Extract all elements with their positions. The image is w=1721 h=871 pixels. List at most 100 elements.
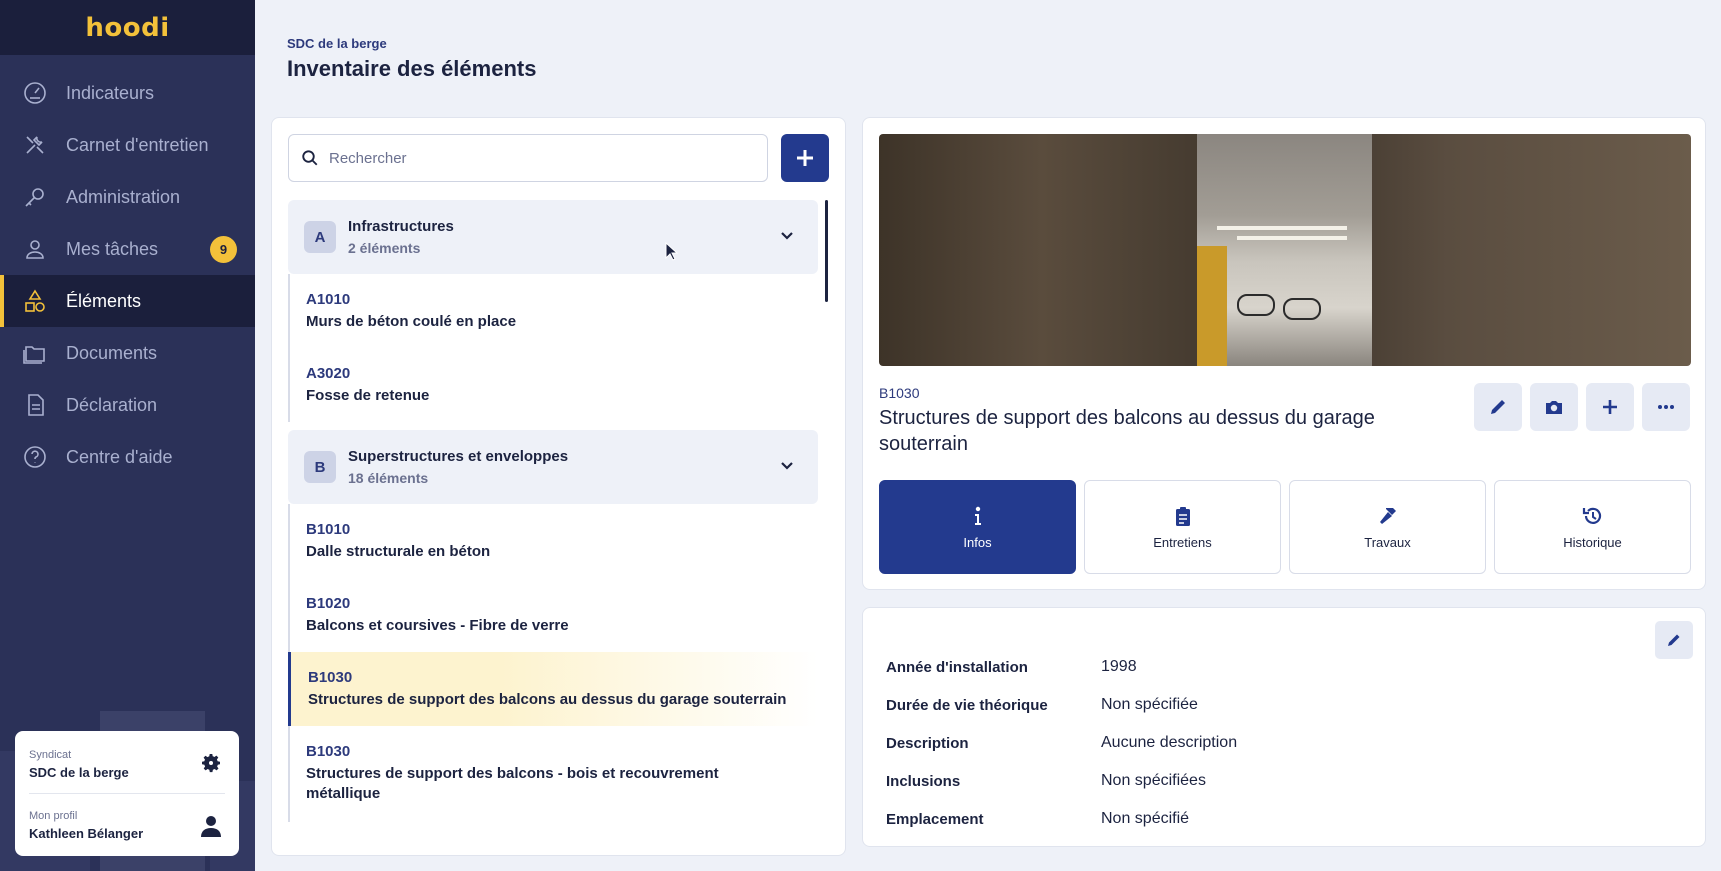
info-label: Année d'installation — [886, 658, 1028, 676]
list-item[interactable]: B1020 Balcons et coursives - Fibre de ve… — [290, 578, 818, 652]
syndicat-row[interactable]: Syndicat SDC de la berge — [29, 731, 225, 793]
group-header-superstructures[interactable]: B Superstructures et enveloppes 18 éléme… — [288, 430, 818, 504]
user-icon — [22, 236, 48, 262]
sidebar-item-label: Éléments — [66, 290, 142, 311]
list-item[interactable]: B1030 Structures de support des balcons … — [290, 726, 818, 822]
profile-row[interactable]: Mon profil Kathleen Bélanger — [29, 793, 225, 855]
sidebar-item-label: Centre d'aide — [66, 446, 173, 467]
item-code: B1030 — [306, 743, 351, 760]
help-icon — [22, 444, 48, 470]
sidebar-item-administration[interactable]: Administration — [0, 171, 255, 223]
app-logo[interactable]: hoodi — [85, 13, 169, 43]
folder-icon — [22, 340, 48, 366]
search-box[interactable] — [288, 134, 768, 182]
document-icon — [22, 392, 48, 418]
edit-info-button[interactable] — [1655, 621, 1693, 659]
breadcrumb[interactable]: SDC de la berge — [287, 36, 387, 51]
pencil-icon — [1491, 400, 1505, 414]
sidebar-item-label: Carnet d'entretien — [66, 134, 209, 155]
sidebar-item-indicateurs[interactable]: Indicateurs — [0, 67, 255, 119]
garage-photo — [1197, 134, 1372, 366]
element-info-card: Année d'installation 1998 Durée de vie t… — [862, 607, 1706, 847]
profile-name: Kathleen Bélanger — [29, 826, 144, 841]
group-letter: A — [304, 221, 336, 253]
page-title: Inventaire des éléments — [287, 56, 537, 81]
tab-label: Entretiens — [1153, 534, 1212, 550]
history-icon — [1582, 507, 1601, 524]
search-input[interactable] — [329, 149, 749, 167]
tab-label: Travaux — [1364, 534, 1411, 550]
tab-label: Historique — [1563, 534, 1622, 550]
element-title: Structures de support des balcons au des… — [879, 407, 1375, 455]
info-value: 1998 — [1101, 658, 1137, 675]
item-code: B1010 — [306, 521, 351, 538]
info-icon — [974, 506, 981, 525]
tab-infos[interactable]: Infos — [879, 480, 1076, 574]
sidebar-item-mes-taches[interactable]: Mes tâches 9 — [0, 223, 255, 275]
add-element-button[interactable] — [781, 134, 829, 182]
info-label: Emplacement — [886, 810, 984, 828]
element-detail-card: B1030 Structures de support des balcons … — [862, 117, 1706, 590]
item-name: Structures de support des balcons - bois… — [306, 765, 719, 802]
search-icon — [302, 150, 318, 166]
list-item[interactable]: B1010 Dalle structurale en béton — [290, 504, 818, 578]
chevron-down-icon[interactable] — [778, 227, 796, 245]
element-photo[interactable] — [879, 134, 1691, 366]
tab-entretiens[interactable]: Entretiens — [1084, 480, 1281, 574]
list-item[interactable]: A3020 Fosse de retenue — [290, 348, 818, 422]
group-count: 2 éléments — [348, 240, 421, 256]
info-value: Aucune description — [1101, 734, 1238, 751]
hammer-icon — [1379, 507, 1396, 524]
sidebar: hoodi Indicateurs Carnet d'entretien Adm… — [0, 0, 255, 871]
camera-icon — [1546, 401, 1562, 414]
item-name: Murs de béton coulé en place — [306, 313, 517, 330]
group-title: Superstructures et enveloppes — [348, 448, 569, 465]
item-name: Fosse de retenue — [306, 387, 430, 404]
sidebar-item-centre-aide[interactable]: Centre d'aide — [0, 431, 255, 483]
tab-travaux[interactable]: Travaux — [1289, 480, 1486, 574]
sidebar-item-carnet[interactable]: Carnet d'entretien — [0, 119, 255, 171]
sidebar-item-label: Documents — [66, 342, 158, 363]
info-row-inclusions: Inclusions Non spécifiées — [886, 762, 1237, 800]
info-label: Inclusions — [886, 772, 961, 790]
tab-historique[interactable]: Historique — [1494, 480, 1691, 574]
sidebar-item-declaration[interactable]: Déclaration — [0, 379, 255, 431]
info-row-lifespan: Durée de vie théorique Non spécifiée — [886, 686, 1237, 724]
info-row-description: Description Aucune description — [886, 724, 1237, 762]
sidebar-nav: Indicateurs Carnet d'entretien Administr… — [0, 67, 255, 483]
profile-card: Syndicat SDC de la berge Mon profil Kath… — [15, 731, 239, 856]
sidebar-item-elements[interactable]: Éléments — [0, 275, 255, 327]
sidebar-item-label: Administration — [66, 186, 181, 207]
list-item-selected[interactable]: B1030 Structures de support des balcons … — [288, 652, 818, 726]
tools-icon — [22, 132, 48, 158]
group-header-infrastructures[interactable]: A Infrastructures 2 éléments — [288, 200, 818, 274]
item-code: A3020 — [306, 365, 351, 382]
info-label: Durée de vie théorique — [886, 696, 1048, 714]
clipboard-icon — [1175, 506, 1190, 526]
info-value: Non spécifiée — [1101, 696, 1198, 713]
more-button[interactable] — [1642, 383, 1690, 431]
edit-button[interactable] — [1474, 383, 1522, 431]
group-count: 18 éléments — [348, 470, 429, 486]
info-value: Non spécifiées — [1101, 772, 1206, 789]
detail-tabs: Infos Entretiens Travaux Historique — [879, 480, 1691, 574]
item-name: Structures de support des balcons au des… — [308, 691, 787, 708]
info-rows: Année d'installation 1998 Durée de vie t… — [886, 648, 1237, 838]
mouse-cursor-icon — [665, 242, 679, 261]
list-scrollbar[interactable] — [825, 200, 828, 302]
gear-icon[interactable] — [199, 751, 223, 775]
group-title: Infrastructures — [348, 218, 454, 235]
syndicat-name: SDC de la berge — [29, 765, 129, 780]
info-label: Description — [886, 734, 969, 752]
chevron-down-icon[interactable] — [778, 457, 796, 475]
element-code: B1030 — [879, 385, 920, 401]
item-name: Dalle structurale en béton — [306, 543, 491, 560]
profile-label: Mon profil — [29, 810, 78, 822]
list-item[interactable]: A1010 Murs de béton coulé en place — [290, 274, 818, 348]
sidebar-item-documents[interactable]: Documents — [0, 327, 255, 379]
add-button[interactable] — [1586, 383, 1634, 431]
key-icon — [22, 184, 48, 210]
photo-button[interactable] — [1530, 383, 1578, 431]
person-icon[interactable] — [199, 814, 223, 838]
info-row-location: Emplacement Non spécifié — [886, 800, 1237, 838]
